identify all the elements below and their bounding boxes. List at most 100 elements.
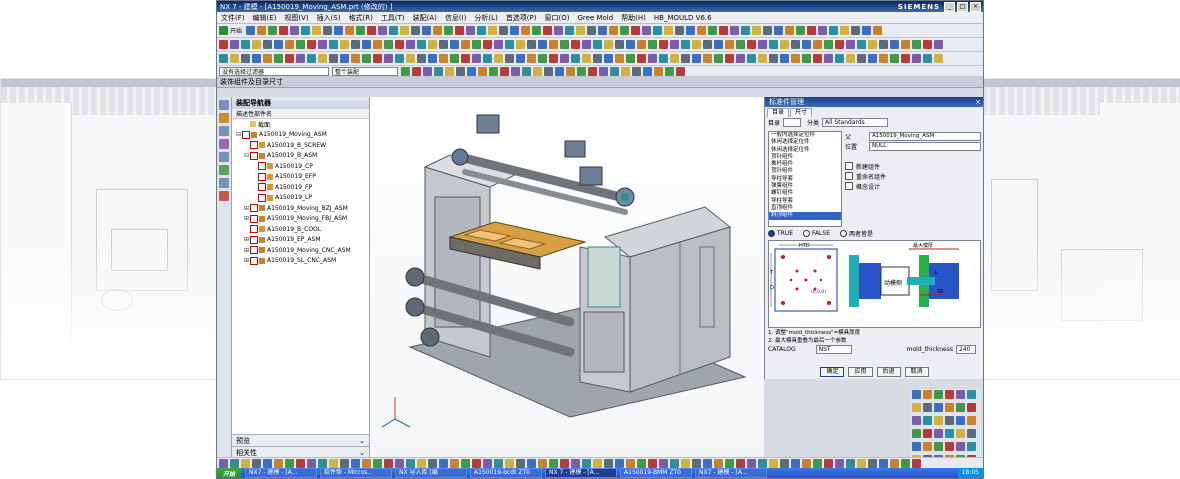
view-tool-icon[interactable] xyxy=(395,458,404,468)
mold-tool-icon[interactable] xyxy=(296,54,305,63)
mold-tool-icon[interactable] xyxy=(912,54,921,63)
standard-tool-icon[interactable] xyxy=(763,26,773,35)
palette-tool-icon[interactable] xyxy=(923,403,932,412)
part-navigator-icon[interactable] xyxy=(219,126,229,136)
palette-tool-icon[interactable] xyxy=(912,429,921,438)
standard-tool-icon[interactable] xyxy=(796,26,806,35)
snap-tool-icon[interactable] xyxy=(401,66,410,76)
standard-tool-icon[interactable] xyxy=(444,26,454,35)
view-tool-icon[interactable] xyxy=(538,458,547,468)
mold-tool-icon[interactable] xyxy=(241,54,250,63)
view-tool-icon[interactable] xyxy=(241,458,250,468)
mold-tool-icon[interactable] xyxy=(439,54,448,63)
feature-tool-icon[interactable] xyxy=(703,40,712,49)
standard-tool-icon[interactable] xyxy=(455,26,465,35)
snap-tool-icon[interactable] xyxy=(621,66,630,76)
feature-tool-icon[interactable] xyxy=(626,40,635,49)
standard-tool-icon[interactable] xyxy=(246,26,256,35)
mold-tool-icon[interactable] xyxy=(538,54,547,63)
snap-tool-icon[interactable] xyxy=(412,66,421,76)
feature-tool-icon[interactable] xyxy=(450,40,459,49)
view-tool-icon[interactable] xyxy=(714,458,723,468)
visibility-checkbox[interactable] xyxy=(250,151,258,160)
snap-tool-icon[interactable] xyxy=(555,66,564,76)
snap-tool-icon[interactable] xyxy=(632,66,641,76)
view-tool-icon[interactable] xyxy=(351,458,360,468)
tree-node[interactable]: ⊟ A150019_B_ASM xyxy=(232,151,369,162)
feature-tool-icon[interactable] xyxy=(714,40,723,49)
mold-tool-icon[interactable] xyxy=(560,54,569,63)
feature-tool-icon[interactable] xyxy=(274,40,283,49)
standard-tool-icon[interactable] xyxy=(389,26,399,35)
feature-tool-icon[interactable] xyxy=(791,40,800,49)
roles-icon[interactable] xyxy=(219,191,229,201)
view-tool-icon[interactable] xyxy=(670,458,679,468)
feature-tool-icon[interactable] xyxy=(351,40,360,49)
snap-tool-icon[interactable] xyxy=(533,66,542,76)
standard-tool-icon[interactable] xyxy=(752,26,762,35)
feature-tool-icon[interactable] xyxy=(681,40,690,49)
palette-tool-icon[interactable] xyxy=(956,390,965,399)
view-tool-icon[interactable] xyxy=(406,458,415,468)
mold-tool-icon[interactable] xyxy=(384,54,393,63)
view-tool-icon[interactable] xyxy=(252,458,261,468)
view-tool-icon[interactable] xyxy=(340,458,349,468)
view-tool-icon[interactable] xyxy=(901,458,910,468)
palette-tool-icon[interactable] xyxy=(923,442,932,451)
tree-node[interactable]: A150019_FP xyxy=(232,182,369,193)
taskbar-window-button[interactable]: A150019-bcdt ZT0 xyxy=(470,468,543,478)
snap-tool-icon[interactable] xyxy=(500,66,509,76)
feature-tool-icon[interactable] xyxy=(769,40,778,49)
standard-tool-icon[interactable] xyxy=(290,26,300,35)
snap-tool-icon[interactable] xyxy=(577,66,586,76)
view-tool-icon[interactable] xyxy=(505,458,514,468)
feature-tool-icon[interactable] xyxy=(483,40,492,49)
mold-tool-icon[interactable] xyxy=(703,54,712,63)
mold-tool-icon[interactable] xyxy=(780,54,789,63)
view-tool-icon[interactable] xyxy=(472,458,481,468)
feature-tool-icon[interactable] xyxy=(285,40,294,49)
feature-tool-icon[interactable] xyxy=(835,40,844,49)
view-tool-icon[interactable] xyxy=(648,458,657,468)
palette-tool-icon[interactable] xyxy=(945,403,954,412)
feature-tool-icon[interactable] xyxy=(219,40,228,49)
category-item[interactable]: 顶针组件 xyxy=(769,168,841,175)
view-tool-icon[interactable] xyxy=(681,458,690,468)
mold-tool-icon[interactable] xyxy=(791,54,800,63)
mold-tool-icon[interactable] xyxy=(252,54,261,63)
standard-tool-icon[interactable] xyxy=(873,26,883,35)
mold-tool-icon[interactable] xyxy=(714,54,723,63)
tree-node[interactable]: ⊞ A150019_Moving_FBJ_ASM xyxy=(232,214,369,225)
menu-assembly[interactable]: 装配(A) xyxy=(409,13,441,23)
view-tool-icon[interactable] xyxy=(582,458,591,468)
feature-tool-icon[interactable] xyxy=(879,40,888,49)
view-tool-icon[interactable] xyxy=(362,458,371,468)
visibility-checkbox[interactable] xyxy=(250,256,258,265)
standard-tool-icon[interactable] xyxy=(400,26,410,35)
standard-tool-icon[interactable] xyxy=(477,26,487,35)
tree-node[interactable]: A150019_CP xyxy=(232,161,369,172)
view-tool-icon[interactable] xyxy=(461,458,470,468)
view-tool-icon[interactable] xyxy=(747,458,756,468)
standard-tool-icon[interactable] xyxy=(587,26,597,35)
feature-tool-icon[interactable] xyxy=(307,40,316,49)
feature-tool-icon[interactable] xyxy=(571,40,580,49)
view-tool-icon[interactable] xyxy=(769,458,778,468)
view-tool-icon[interactable] xyxy=(560,458,569,468)
graphics-viewport[interactable] xyxy=(370,97,764,458)
snap-tool-icon[interactable] xyxy=(544,66,553,76)
category-dropdown[interactable]: All Standards xyxy=(822,117,889,127)
mold-tool-icon[interactable] xyxy=(318,54,327,63)
feature-tool-icon[interactable] xyxy=(494,40,503,49)
menu-help[interactable]: 帮助(H) xyxy=(617,13,650,23)
standard-tool-icon[interactable] xyxy=(521,26,531,35)
snap-tool-icon[interactable] xyxy=(665,66,674,76)
visibility-checkbox[interactable] xyxy=(242,130,250,139)
snap-tool-icon[interactable] xyxy=(467,66,476,76)
standard-tool-icon[interactable] xyxy=(851,26,861,35)
view-tool-icon[interactable] xyxy=(230,458,239,468)
feature-tool-icon[interactable] xyxy=(373,40,382,49)
mold-tool-icon[interactable] xyxy=(637,54,646,63)
radio-false[interactable]: FALSE xyxy=(803,229,830,238)
feature-tool-icon[interactable] xyxy=(747,40,756,49)
